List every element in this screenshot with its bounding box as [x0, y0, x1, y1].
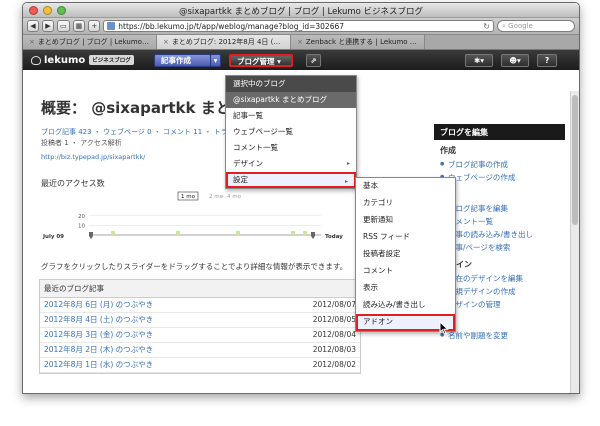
table-row: 2012年8月 1日 (水) のつぶやき 2012/08/02	[40, 358, 360, 373]
access-section-title: 最近のアクセス数	[41, 179, 105, 188]
blog-manage-button[interactable]: ブログ管理 ▾	[229, 54, 293, 67]
menu-header: 選択中のブログ	[226, 76, 356, 92]
post-date: 2012/08/04	[312, 330, 356, 339]
stats-line[interactable]: 投稿者 1 ・ アクセス解析	[41, 138, 242, 149]
lekumo-cloud-icon	[31, 55, 41, 65]
blog-stats: ブログ記事 423 ・ ウェブページ 0 ・ コメント 11 ・ トラック 投稿…	[41, 127, 242, 149]
url-text: https://bb.lekumo.jp/t/app/weblog/manage…	[118, 21, 345, 31]
recent-posts-table: 最近のブログ記事 2012年8月 6日 (月) のつぶやき 2012/08/07 …	[39, 279, 361, 374]
submenu-item-basic[interactable]: 基本	[356, 178, 455, 195]
chart-marker	[291, 231, 295, 235]
scrollbar-thumb[interactable]	[572, 95, 578, 225]
range-button-1[interactable]: 1 mo	[181, 194, 196, 200]
submenu-item-rss-feed[interactable]: RSS フィード	[356, 229, 455, 246]
browser-tab[interactable]: × まとめブログ | ブログ | Lekumo ビ...	[23, 35, 157, 49]
sidebar-link[interactable]: ブログ記事の作成	[434, 158, 565, 171]
menu-current-blog[interactable]: @sixapartkk まとめブログ	[226, 92, 356, 108]
user-menu-button[interactable]: ☻▾	[501, 54, 529, 67]
reading-list-icon[interactable]: ▭	[57, 20, 70, 32]
chart-marker	[176, 231, 180, 235]
range-separator: -	[197, 194, 199, 200]
title-bar: @sixapartkk まとめブログ | ブログ | Lekumo ビジネスブロ…	[23, 3, 579, 18]
search-field[interactable]: ⌕ Google	[497, 20, 575, 32]
stats-line[interactable]: ブログ記事 423 ・ ウェブページ 0 ・ コメント 11 ・ トラック	[41, 127, 242, 138]
add-bookmark-button[interactable]: +	[88, 20, 101, 32]
submenu-arrow-icon: ▸	[346, 160, 350, 167]
range-separator: -	[221, 194, 223, 200]
submenu-item-categories[interactable]: カテゴリ	[356, 195, 455, 212]
chart-marker	[236, 231, 240, 235]
post-title-link[interactable]: 2012年8月 3日 (金) のつぶやき	[44, 330, 153, 340]
table-row: 2012年8月 3日 (金) のつぶやき 2012/08/04	[40, 328, 360, 343]
create-post-button[interactable]: 記事作成	[154, 54, 211, 67]
y-tick-label: 10	[78, 223, 85, 229]
settings-submenu: 基本 カテゴリ 更新通知 RSS フィード 投稿者設定 コメント 表示 読み込み…	[355, 177, 456, 332]
close-tab-icon[interactable]: ×	[163, 38, 169, 46]
table-row: 2012年8月 4日 (土) のつぶやき 2012/08/05	[40, 313, 360, 328]
submenu-arrow-icon: ▸	[344, 178, 348, 185]
settings-gear-button[interactable]: ✱▾	[465, 54, 493, 67]
page-scrollbar[interactable]	[570, 91, 579, 393]
search-placeholder: Google	[508, 22, 533, 30]
browser-window: @sixapartkk まとめブログ | ブログ | Lekumo ビジネスブロ…	[22, 2, 580, 394]
lekumo-top-nav: lekumo ビジネスブログ 記事作成 ▾ ブログ管理 ▾ ⇗ ✱▾ ☻▾ ?	[23, 50, 579, 70]
submenu-item-import-export[interactable]: 読み込み/書き出し	[356, 297, 455, 314]
recent-posts-heading: 最近のブログ記事	[40, 280, 360, 298]
lekumo-logo[interactable]: lekumo ビジネスブログ	[31, 55, 134, 66]
logo-badge: ビジネスブログ	[89, 55, 134, 65]
table-row: 2012年8月 6日 (月) のつぶやき 2012/08/07	[40, 298, 360, 313]
submenu-item-author-settings[interactable]: 投稿者設定	[356, 246, 455, 263]
menu-item-settings[interactable]: 設定 ▸	[226, 172, 356, 188]
slider-handle[interactable]	[311, 232, 315, 239]
post-date: 2012/08/05	[312, 315, 356, 324]
close-tab-icon[interactable]: ×	[29, 38, 35, 46]
menu-item-posts[interactable]: 記事一覧	[226, 108, 356, 124]
tab-bar: × まとめブログ | ブログ | Lekumo ビ... × まとめブログ: 201…	[23, 35, 579, 50]
post-date: 2012/08/07	[312, 300, 356, 309]
back-button[interactable]: ◀	[27, 20, 39, 32]
mouse-cursor-icon	[439, 321, 449, 335]
post-title-link[interactable]: 2012年8月 1日 (水) のつぶやき	[44, 360, 153, 370]
address-bar[interactable]: https://bb.lekumo.jp/t/app/weblog/manage…	[103, 20, 494, 32]
menu-item-comments[interactable]: コメント一覧	[226, 140, 356, 156]
table-row: 2012年8月 2日 (木) のつぶやき 2012/08/03	[40, 343, 360, 358]
post-title-link[interactable]: 2012年8月 4日 (土) のつぶやき	[44, 315, 153, 325]
window-title: @sixapartkk まとめブログ | ブログ | Lekumo ビジネスブロ…	[178, 7, 424, 17]
post-title-link[interactable]: 2012年8月 6日 (月) のつぶやき	[44, 300, 153, 310]
post-title-link[interactable]: 2012年8月 2日 (木) のつぶやき	[44, 345, 153, 355]
reload-icon[interactable]: ↻	[483, 22, 490, 31]
menu-item-design[interactable]: デザイン ▸	[226, 156, 356, 172]
chart-marker	[303, 231, 307, 235]
browser-tab[interactable]: × Zenback と連携する | Lekumo (ル...	[291, 35, 425, 49]
forward-button[interactable]: ▶	[42, 20, 54, 32]
range-button-3[interactable]: 4 mo	[227, 194, 242, 200]
submenu-item-update-ping[interactable]: 更新通知	[356, 212, 455, 229]
sidebar-header: ブログを編集	[434, 124, 565, 140]
access-chart[interactable]: 1 mo 2 mo 4 mo- -2010July 09 Today	[41, 191, 361, 251]
external-link-icon[interactable]: ⇗	[306, 54, 321, 67]
blog-manage-menu: 選択中のブログ @sixapartkk まとめブログ 記事一覧 ウェブページ一覧…	[225, 75, 357, 189]
slider-handle[interactable]	[89, 232, 93, 239]
x-end-label: Today	[325, 234, 343, 240]
post-date: 2012/08/02	[312, 360, 356, 369]
blog-url-link[interactable]: http://biz.typepad.jp/sixapartkk/	[41, 153, 145, 161]
browser-tab[interactable]: ×まとめブログ: 2012年8月 4日 (土) のつぶ...	[157, 35, 291, 49]
chart-help-text: グラフをクリックしたりスライダーをドラッグすることでより詳細な情報が表示できます…	[41, 262, 348, 271]
submenu-item-display[interactable]: 表示	[356, 280, 455, 297]
close-tab-icon[interactable]: ×	[297, 38, 303, 46]
help-button[interactable]: ?	[537, 54, 557, 67]
top-sites-icon[interactable]: ▦	[72, 20, 86, 32]
browser-toolbar: ◀ ▶ ▭ ▦ + https://bb.lekumo.jp/t/app/web…	[23, 18, 579, 35]
submenu-item-comments[interactable]: コメント	[356, 263, 455, 280]
post-date: 2012/08/03	[312, 345, 356, 354]
chart-marker	[111, 231, 115, 235]
menu-item-webpages[interactable]: ウェブページ一覧	[226, 124, 356, 140]
user-icon: ☻	[509, 56, 518, 65]
site-favicon-icon	[107, 22, 116, 30]
create-post-dropdown-button[interactable]: ▾	[210, 54, 221, 67]
sidebar-section-title: 作成	[440, 146, 456, 155]
y-tick-label: 20	[78, 214, 85, 220]
x-start-label: July 09	[42, 234, 64, 240]
